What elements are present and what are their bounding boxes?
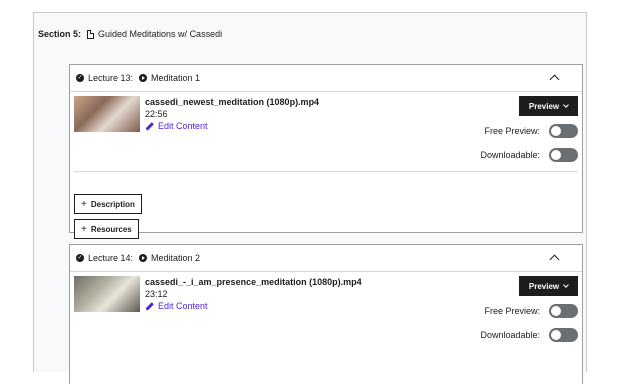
free-preview-label: Free Preview: — [484, 126, 540, 136]
play-circle-icon — [139, 74, 148, 82]
downloadable-label: Downloadable: — [480, 150, 540, 160]
play-circle-icon — [139, 254, 148, 262]
edit-content-link[interactable]: Edit Content — [145, 121, 208, 131]
section-label: Section 5: — [38, 29, 82, 39]
preview-button[interactable]: Preview — [519, 276, 578, 296]
video-file-name: cassedi_-_i_am_presence_meditation (1080… — [145, 277, 362, 287]
edit-content-label: Edit Content — [158, 301, 208, 311]
downloadable-row: Downloadable: — [480, 328, 578, 342]
free-preview-row: Free Preview: — [484, 124, 578, 138]
preview-button[interactable]: Preview — [519, 96, 578, 116]
video-thumbnail — [74, 276, 140, 312]
doc-icon — [87, 29, 95, 39]
video-duration: 22:56 — [145, 109, 168, 119]
lecture-card: ✓ Lecture 14: Meditation 2 cassedi_-_i_a… — [69, 244, 583, 384]
chevron-down-icon — [563, 102, 569, 108]
lecture-content: cassedi_-_i_am_presence_meditation (1080… — [70, 272, 582, 352]
add-description-button[interactable]: + Description — [74, 194, 142, 214]
downloadable-label: Downloadable: — [480, 330, 540, 340]
downloadable-toggle[interactable] — [549, 328, 578, 342]
plus-icon: + — [81, 198, 87, 210]
divider — [74, 171, 578, 172]
section-title: Guided Meditations w/ Cassedi — [98, 29, 223, 39]
lecture-content: cassedi_newest_meditation (1080p).mp4 22… — [70, 92, 582, 172]
edit-content-link[interactable]: Edit Content — [145, 301, 208, 311]
chevron-down-icon — [563, 282, 569, 288]
check-circle-icon: ✓ — [76, 254, 84, 262]
add-resources-button[interactable]: + Resources — [74, 219, 139, 239]
chevron-up-icon[interactable] — [549, 74, 560, 85]
check-circle-icon: ✓ — [76, 74, 84, 82]
lecture-card: ✓ Lecture 13: Meditation 1 cassedi_newes… — [69, 64, 583, 239]
lecture-label: Lecture 14: — [88, 253, 134, 263]
pencil-icon — [145, 301, 154, 311]
free-preview-toggle[interactable] — [549, 124, 578, 138]
free-preview-row: Free Preview: — [484, 304, 578, 318]
plus-icon: + — [81, 223, 87, 235]
chevron-up-icon[interactable] — [549, 254, 560, 265]
preview-label: Preview — [528, 281, 560, 291]
section-header: Section 5: Guided Meditations w/ Cassedi — [38, 27, 222, 41]
video-file-name: cassedi_newest_meditation (1080p).mp4 — [145, 97, 320, 107]
resources-label: Resources — [90, 224, 132, 234]
curriculum-panel: Section 5: Guided Meditations w/ Cassedi… — [33, 12, 587, 384]
edit-content-label: Edit Content — [158, 121, 208, 131]
lecture-title: Meditation 2 — [151, 253, 201, 263]
downloadable-row: Downloadable: — [480, 148, 578, 162]
free-preview-label: Free Preview: — [484, 306, 540, 316]
lecture-label: Lecture 13: — [88, 73, 134, 83]
description-label: Description — [90, 199, 135, 209]
pencil-icon — [145, 121, 154, 131]
video-thumbnail — [74, 96, 140, 132]
video-duration: 23:12 — [145, 289, 168, 299]
free-preview-toggle[interactable] — [549, 304, 578, 318]
downloadable-toggle[interactable] — [549, 148, 578, 162]
lecture-header[interactable]: ✓ Lecture 13: Meditation 1 — [70, 65, 582, 92]
lecture-header[interactable]: ✓ Lecture 14: Meditation 2 — [70, 245, 582, 272]
preview-label: Preview — [528, 101, 560, 111]
lecture-title: Meditation 1 — [151, 73, 201, 83]
